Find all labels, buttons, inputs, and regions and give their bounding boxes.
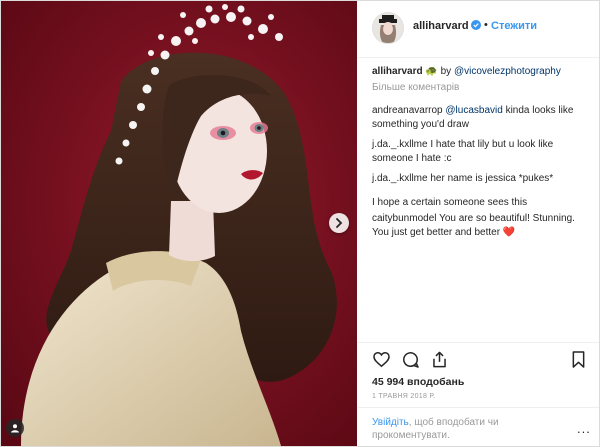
avatar-image bbox=[373, 13, 403, 43]
comment-item: caitybunmodel You are so beautiful! Stun… bbox=[372, 212, 594, 240]
comment-item: j.da._.kxllme I hate that lily but u loo… bbox=[372, 138, 594, 166]
follow-button[interactable]: Стежити bbox=[491, 20, 537, 32]
comment-mention-link[interactable]: @lucasbavid bbox=[445, 105, 502, 116]
verified-badge-icon bbox=[471, 20, 481, 30]
more-options-button[interactable]: ... bbox=[577, 421, 591, 436]
instagram-post-dialog: alliharvard • Стежити alliharvard 🐢 by @… bbox=[0, 0, 600, 447]
portrait-image bbox=[1, 1, 357, 446]
next-photo-button[interactable] bbox=[329, 213, 349, 233]
login-prompt: Увійдіть, щоб вподобати чи прокоментуват… bbox=[358, 407, 599, 446]
likes-count[interactable]: 45 994 вподобань bbox=[372, 376, 464, 388]
post-photo bbox=[1, 1, 357, 446]
caption-mention-link[interactable]: @vicovelezphotography bbox=[454, 66, 561, 77]
post-date: 1 ТРАВНЯ 2018 Р. bbox=[372, 393, 436, 400]
comment-text: I hope a certain someone sees this bbox=[372, 197, 528, 208]
person-icon bbox=[11, 424, 19, 433]
heart-icon[interactable] bbox=[372, 350, 391, 369]
comment-username[interactable]: j.da._.kxllme bbox=[372, 173, 428, 184]
avatar[interactable] bbox=[372, 12, 404, 44]
bookmark-icon[interactable] bbox=[569, 350, 588, 369]
caption-username[interactable]: alliharvard bbox=[372, 66, 423, 77]
caption-emoji: 🐢 bbox=[425, 66, 438, 77]
login-link[interactable]: Увійдіть bbox=[372, 417, 409, 428]
comment-username[interactable]: j.da._.kxllme bbox=[372, 139, 428, 150]
comment-username[interactable]: caitybunmodel bbox=[372, 213, 436, 224]
comment-item: j.da._.kxllme her name is jessica *pukes… bbox=[372, 172, 594, 186]
comment-item: I hope a certain someone sees this bbox=[372, 196, 594, 210]
separator-dot: • bbox=[484, 19, 488, 31]
comment-username[interactable]: andreanavarrop bbox=[372, 105, 443, 116]
post-caption: alliharvard 🐢 by @vicovelezphotography bbox=[372, 65, 594, 79]
comments-list: alliharvard 🐢 by @vicovelezphotography Б… bbox=[372, 65, 594, 246]
chevron-right-icon bbox=[336, 218, 343, 228]
tagged-user-icon[interactable] bbox=[6, 419, 24, 437]
share-icon[interactable] bbox=[430, 350, 449, 369]
post-side-panel: alliharvard • Стежити alliharvard 🐢 by @… bbox=[358, 1, 599, 446]
caption-by: by bbox=[440, 66, 452, 77]
comment-item: andreanavarrop @lucasbavid kinda looks l… bbox=[372, 104, 594, 132]
load-more-comments-link[interactable]: Більше коментарів bbox=[372, 81, 594, 95]
post-username[interactable]: alliharvard bbox=[413, 20, 469, 32]
post-header: alliharvard • Стежити bbox=[358, 1, 599, 58]
comment-text: her name is jessica *pukes* bbox=[427, 173, 554, 184]
post-actions-bar bbox=[358, 342, 599, 375]
comment-icon[interactable] bbox=[401, 350, 420, 369]
login-prompt-text: Увійдіть, щоб вподобати чи прокоментуват… bbox=[372, 416, 547, 442]
